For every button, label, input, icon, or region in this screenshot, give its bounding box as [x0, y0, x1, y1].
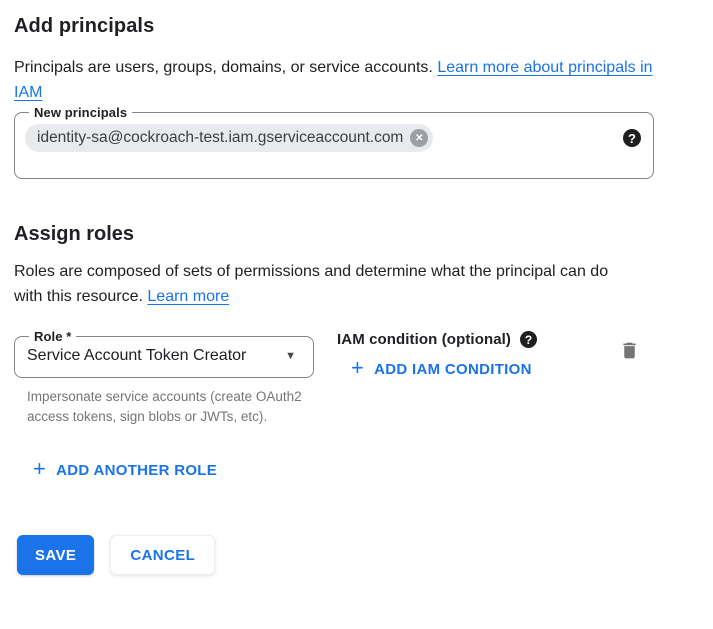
add-iam-condition-button[interactable]: + ADD IAM CONDITION: [351, 358, 532, 380]
delete-role-button[interactable]: [619, 340, 640, 361]
role-selected-value: Service Account Token Creator: [27, 347, 246, 365]
role-helper-text: Impersonate service accounts (create OAu…: [27, 387, 315, 427]
cancel-button[interactable]: CANCEL: [110, 535, 215, 575]
page-title: Add principals: [14, 12, 713, 40]
intro-text: Principals are users, groups, domains, o…: [14, 55, 666, 105]
new-principals-field[interactable]: New principals identity-sa@cockroach-tes…: [14, 105, 654, 179]
plus-icon: +: [351, 357, 364, 379]
role-column: Role * Service Account Token Creator ▼ I…: [14, 329, 320, 427]
iam-condition-column: IAM condition (optional) ? + ADD IAM CON…: [337, 329, 537, 381]
chip-remove-icon[interactable]: ✕: [410, 129, 428, 147]
intro-text-body: Principals are users, groups, domains, o…: [14, 59, 433, 76]
role-select-value-row[interactable]: Service Account Token Creator ▼: [25, 344, 301, 369]
chevron-down-icon: ▼: [285, 350, 296, 362]
iam-condition-header: IAM condition (optional) ?: [337, 331, 537, 348]
new-principals-label: New principals: [29, 105, 132, 120]
trash-icon: [619, 349, 640, 364]
add-iam-condition-label: ADD IAM CONDITION: [374, 361, 532, 378]
principal-chip: identity-sa@cockroach-test.iam.gservicea…: [25, 124, 433, 152]
role-label: Role *: [29, 329, 76, 344]
add-principals-panel: Add principals Principals are users, gro…: [0, 0, 713, 575]
assign-roles-description-body: Roles are composed of sets of permission…: [14, 263, 608, 305]
add-another-role-button[interactable]: + ADD ANOTHER ROLE: [33, 459, 217, 481]
role-select-field[interactable]: Role * Service Account Token Creator ▼: [14, 329, 314, 378]
new-principals-input-area[interactable]: identity-sa@cockroach-test.iam.gservicea…: [25, 124, 641, 152]
iam-condition-help-icon[interactable]: ?: [520, 331, 537, 348]
role-binding-row: Role * Service Account Token Creator ▼ I…: [14, 329, 713, 427]
principal-chip-label: identity-sa@cockroach-test.iam.gservicea…: [37, 129, 403, 147]
principals-help-icon[interactable]: ?: [623, 129, 641, 147]
assign-roles-description: Roles are composed of sets of permission…: [14, 259, 634, 309]
add-another-role-label: ADD ANOTHER ROLE: [56, 462, 217, 479]
learn-more-roles-link[interactable]: Learn more: [147, 288, 229, 305]
action-buttons-row: SAVE CANCEL: [17, 535, 713, 575]
plus-icon: +: [33, 458, 46, 480]
assign-roles-title: Assign roles: [14, 220, 713, 248]
save-button[interactable]: SAVE: [17, 535, 94, 575]
iam-condition-label: IAM condition (optional): [337, 331, 511, 348]
